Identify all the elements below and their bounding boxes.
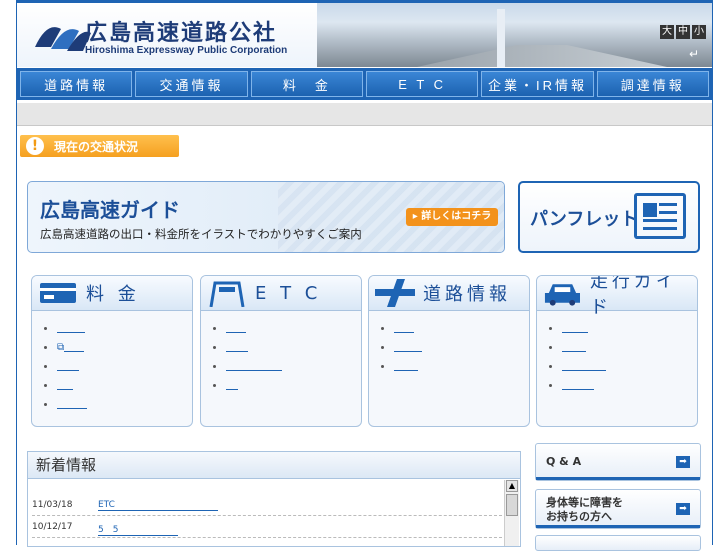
- news-row[interactable]: 11/03/18 ETC: [32, 500, 218, 511]
- expressway-guide-banner[interactable]: 広島高速ガイド 広島高速道路の出口・料金所をイラストでわかりやすくご案内 ▸ 詳…: [27, 181, 505, 253]
- card-etc: E T C: [200, 275, 362, 427]
- list-item[interactable]: [381, 319, 529, 338]
- list-item[interactable]: [44, 319, 192, 338]
- breadcrumb-bar: [17, 103, 712, 126]
- site-header: 広島高速道路公社 Hiroshima Expressway Public Cor…: [17, 3, 712, 67]
- card-road-info-title: 道路情報: [423, 284, 511, 305]
- guide-subtitle: 広島高速道路の出口・料金所をイラストでわかりやすくご案内: [40, 227, 362, 241]
- button-underline: [536, 477, 700, 480]
- card-road-info: 道路情報: [368, 275, 530, 427]
- list-item[interactable]: [213, 357, 361, 376]
- button-underline: [536, 525, 700, 528]
- main-nav: 道路情報 交通情報 料 金 E T C 企業・IR情報 調達情報: [17, 68, 712, 100]
- road-junction-icon: [375, 279, 415, 307]
- news-date: 10/12/17: [32, 522, 73, 532]
- nav-traffic-info[interactable]: 交通情報: [135, 71, 248, 97]
- qa-label: Q & A: [546, 455, 582, 468]
- etc-gate-icon: [209, 281, 245, 307]
- list-item[interactable]: [549, 357, 697, 376]
- list-item[interactable]: [549, 338, 697, 357]
- list-item[interactable]: [549, 319, 697, 338]
- news-panel: 新着情報 11/03/18 ETC 10/12/17 5 5 ▲: [27, 451, 521, 547]
- news-divider: [32, 537, 502, 538]
- guide-details-button[interactable]: ▸ 詳しくはコチラ: [406, 208, 498, 226]
- pamphlet-button[interactable]: パンフレット: [518, 181, 700, 253]
- guide-title: 広島高速ガイド: [40, 198, 180, 222]
- list-item[interactable]: [213, 376, 361, 395]
- current-traffic-label: 現在の交通状況: [54, 139, 139, 154]
- card-etc-title: E T C: [255, 282, 322, 304]
- pamphlet-label: パンフレット: [530, 209, 639, 230]
- news-date: 11/03/18: [32, 500, 73, 510]
- page-margin-right: [712, 0, 727, 545]
- nav-road-info[interactable]: 道路情報: [20, 71, 133, 97]
- list-item[interactable]: [381, 357, 529, 376]
- list-item[interactable]: [213, 338, 361, 357]
- card-toll: 料 金 ⧉: [31, 275, 193, 427]
- list-item[interactable]: [549, 376, 697, 395]
- side-button-partial[interactable]: [535, 535, 701, 551]
- nav-toll[interactable]: 料 金: [250, 71, 363, 97]
- car-icon: [544, 284, 580, 306]
- pamphlet-icon: [634, 193, 686, 239]
- alert-icon: !: [26, 137, 44, 155]
- nav-corporate-ir[interactable]: 企業・IR情報: [481, 71, 594, 97]
- return-arrow-icon: ↵: [689, 47, 700, 61]
- photo-road: [417, 45, 667, 67]
- site-title-jp[interactable]: 広島高速道路公社: [85, 15, 277, 47]
- nav-procurement[interactable]: 調達情報: [596, 71, 709, 97]
- arrow-right-icon: ➡: [676, 503, 690, 515]
- photo-bridge-pylon: [497, 9, 505, 67]
- scroll-thumb[interactable]: [506, 494, 518, 516]
- font-size-controls: 大 中 小: [660, 25, 706, 39]
- list-item[interactable]: ⧉: [44, 338, 192, 357]
- list-item[interactable]: [381, 338, 529, 357]
- nav-etc[interactable]: E T C: [365, 71, 479, 97]
- list-item[interactable]: [44, 376, 192, 395]
- news-link[interactable]: ETC: [98, 500, 218, 511]
- card-toll-header[interactable]: 料 金: [32, 276, 192, 311]
- qa-button[interactable]: Q & A ➡: [535, 443, 701, 481]
- card-driving-guide: 走行ガイド: [536, 275, 698, 427]
- card-road-info-header[interactable]: 道路情報: [369, 276, 529, 311]
- list-item[interactable]: [44, 395, 192, 414]
- accessibility-button[interactable]: 身体等に障害を お持ちの方へ ➡: [535, 489, 701, 529]
- list-item[interactable]: [44, 357, 192, 376]
- page-margin-left: [0, 0, 16, 545]
- logo-mark-icon[interactable]: [31, 17, 93, 57]
- site-title-en[interactable]: Hiroshima Expressway Public Corporation: [85, 45, 287, 56]
- news-link[interactable]: 5 5: [98, 522, 178, 536]
- header-photo: [317, 3, 712, 67]
- arrow-right-icon: ➡: [676, 456, 690, 468]
- window-icon: ⧉: [57, 342, 65, 353]
- news-scrollbar[interactable]: ▲: [504, 480, 519, 546]
- card-toll-title: 料 金: [86, 284, 140, 305]
- scroll-up-arrow-icon[interactable]: ▲: [506, 480, 518, 492]
- font-size-small-button[interactable]: 小: [692, 25, 706, 39]
- list-item[interactable]: [213, 319, 361, 338]
- font-size-medium-button[interactable]: 中: [676, 25, 690, 39]
- news-row[interactable]: 10/12/17 5 5: [32, 522, 178, 536]
- card-icon: [40, 283, 76, 303]
- current-traffic-button[interactable]: ! 現在の交通状況: [20, 135, 179, 157]
- card-driving-guide-header[interactable]: 走行ガイド: [537, 276, 697, 318]
- accessibility-label-line2: お持ちの方へ: [546, 510, 612, 523]
- news-divider: [32, 515, 502, 516]
- font-size-large-button[interactable]: 大: [660, 25, 674, 39]
- card-driving-guide-title: 走行ガイド: [589, 275, 678, 318]
- card-etc-header[interactable]: E T C: [201, 276, 361, 311]
- news-title: 新着情報: [28, 452, 520, 479]
